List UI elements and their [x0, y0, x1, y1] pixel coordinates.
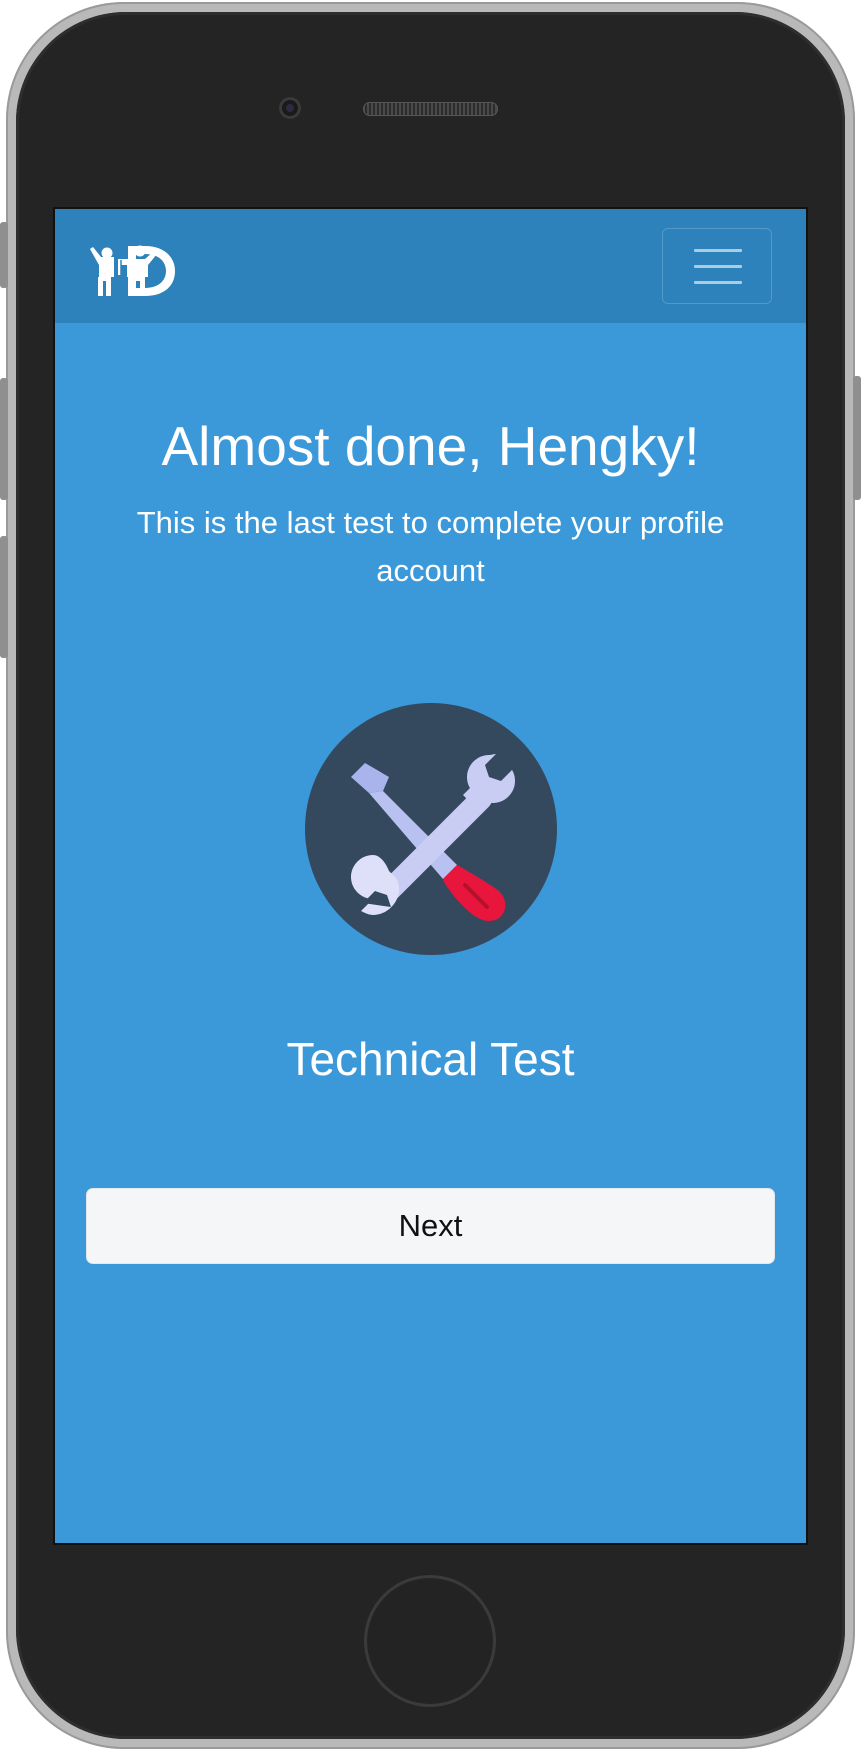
- page-subtitle: This is the last test to complete your p…: [136, 505, 725, 588]
- phone-power-button: [853, 376, 861, 500]
- hamburger-line: [694, 281, 742, 284]
- home-button[interactable]: [364, 1575, 496, 1707]
- app-screen: Almost done, Hengky! This is the last te…: [55, 209, 806, 1543]
- navbar: [55, 209, 806, 323]
- phone-volume-up-button: [0, 378, 8, 500]
- phone-mute-switch: [0, 222, 8, 288]
- hamburger-line: [694, 249, 742, 252]
- menu-toggle-button[interactable]: [662, 228, 772, 304]
- page-title: Almost done, Hengky!: [161, 415, 700, 477]
- phone-volume-down-button: [0, 536, 8, 658]
- front-camera: [279, 97, 301, 119]
- earpiece-speaker: [363, 102, 498, 116]
- next-button[interactable]: Next: [86, 1188, 775, 1264]
- test-name: Technical Test: [286, 1033, 575, 1085]
- hamburger-line: [694, 265, 742, 268]
- hd-logo[interactable]: [88, 243, 178, 299]
- wrench-screwdriver-icon: [305, 703, 557, 955]
